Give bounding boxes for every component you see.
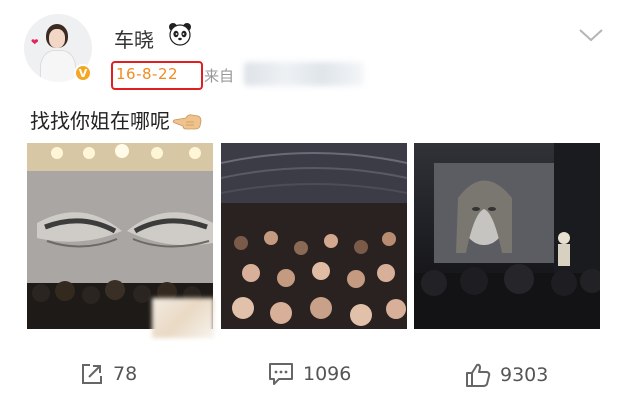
post-text: 找找你姐在哪呢 [30, 105, 202, 136]
like-count: 9303 [500, 364, 549, 386]
post-source-label: 来自 [204, 67, 235, 85]
thumbs-up-icon [466, 363, 491, 387]
post-text-content: 找找你姐在哪呢 [30, 109, 170, 133]
source-blurred [244, 62, 364, 86]
concert-crowd-photo[interactable] [221, 143, 407, 329]
like-button[interactable]: 9303 [465, 362, 548, 388]
avatar-face [49, 29, 65, 48]
comment-count: 1096 [303, 363, 352, 385]
blurred-watermark [152, 298, 214, 338]
username[interactable]: 车晓 [114, 24, 154, 53]
repost-icon [82, 364, 102, 384]
pointing-hand-icon [172, 111, 202, 136]
comment-icon [269, 363, 293, 385]
repost-button[interactable]: 78 [80, 362, 137, 386]
panda-icon [169, 23, 191, 46]
heart-decoration: ❤ [31, 38, 39, 48]
concert-screen-singer-photo[interactable] [414, 143, 600, 329]
avatar-body [40, 50, 76, 82]
chevron-down-icon[interactable] [578, 26, 604, 44]
comment-button[interactable]: 1096 [268, 362, 351, 386]
post-date[interactable]: 16-8-22 [116, 65, 178, 83]
repost-count: 78 [113, 363, 138, 385]
verified-badge-icon: V [74, 64, 92, 82]
